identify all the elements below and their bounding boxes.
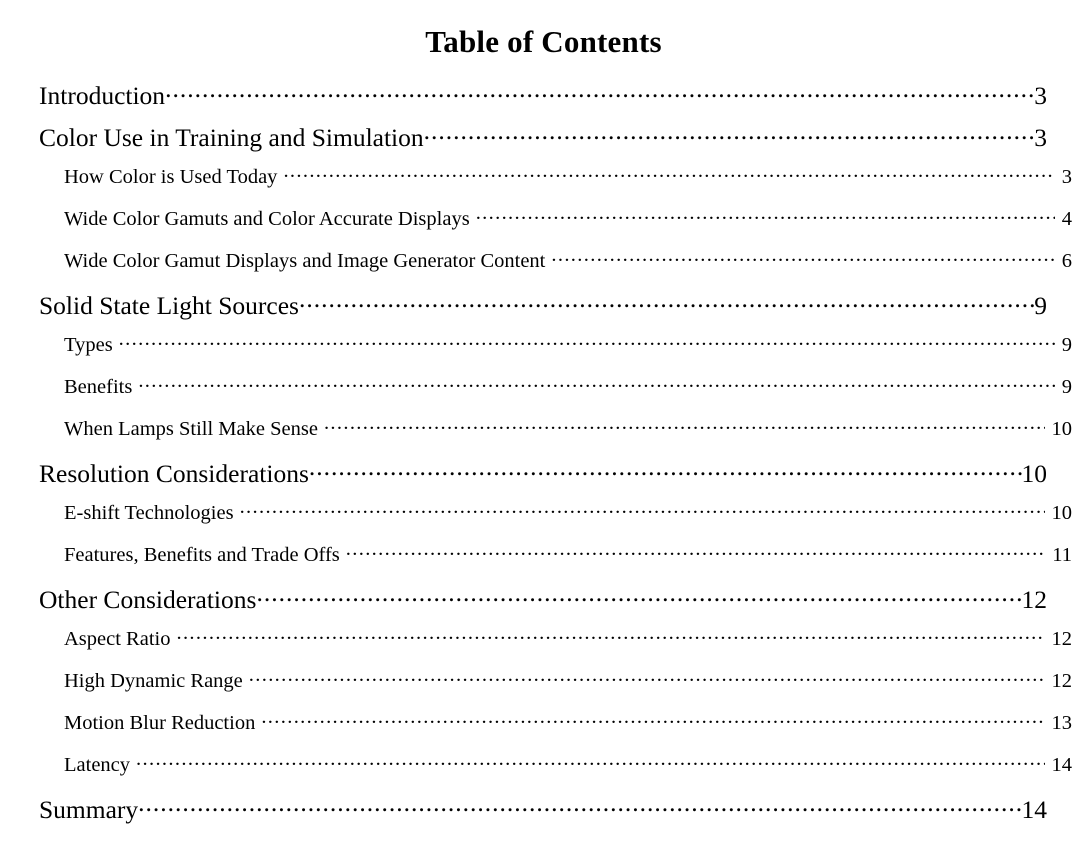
toc-leader-dots xyxy=(165,78,1034,104)
page-title: Table of Contents xyxy=(425,24,662,59)
toc-entry-list: Introduction3Color Use in Training and S… xyxy=(39,78,1072,834)
toc-leader-dots xyxy=(299,288,1034,314)
toc-page-number: 3 xyxy=(1034,122,1047,152)
toc-entry-label: Types xyxy=(64,333,113,356)
toc-leader-dots xyxy=(551,246,1054,267)
toc-entry-label: Aspect Ratio xyxy=(64,627,171,650)
toc-entry[interactable]: Other Considerations 12 xyxy=(39,582,1047,624)
toc-entry[interactable]: Features, Benefits and Trade Offs 11 xyxy=(39,540,1072,582)
toc-page-number: 10 xyxy=(1051,417,1073,440)
toc-leader-dots xyxy=(309,456,1022,482)
toc-entry[interactable]: Introduction 3 xyxy=(39,78,1047,120)
toc-page-number: 9 xyxy=(1061,375,1072,398)
toc-page-number: 14 xyxy=(1051,753,1073,776)
toc-entry-label: Solid State Light Sources xyxy=(39,290,299,320)
toc-page-number: 10 xyxy=(1021,458,1048,488)
toc-entry-label: Color Use in Training and Simulation xyxy=(39,122,424,152)
toc-leader-dots xyxy=(324,414,1045,435)
toc-entry-label: High Dynamic Range xyxy=(64,669,243,692)
toc-entry[interactable]: Aspect Ratio 12 xyxy=(39,624,1072,666)
toc-page-number: 13 xyxy=(1051,711,1073,734)
toc-entry[interactable]: Color Use in Training and Simulation 3 xyxy=(39,120,1047,162)
document-page: Table of Contents Introduction3Color Use… xyxy=(0,0,1087,846)
toc-entry[interactable]: When Lamps Still Make Sense 10 xyxy=(39,414,1072,456)
toc-entry-label: Summary xyxy=(39,794,139,824)
toc-entry[interactable]: Summary 14 xyxy=(39,792,1047,834)
toc-leader-dots xyxy=(138,792,1021,818)
toc-entry-label: E-shift Technologies xyxy=(64,501,234,524)
toc-entry-label: Latency xyxy=(64,753,131,776)
toc-leader-dots xyxy=(249,666,1045,687)
toc-page-number: 10 xyxy=(1051,501,1073,524)
toc-entry[interactable]: Wide Color Gamuts and Color Accurate Dis… xyxy=(39,204,1072,246)
toc-entry-label: Benefits xyxy=(64,375,133,398)
toc-entry[interactable]: Benefits 9 xyxy=(39,372,1072,414)
toc-page-number: 14 xyxy=(1021,794,1048,824)
toc-page-number: 3 xyxy=(1034,80,1047,110)
toc-leader-dots xyxy=(119,330,1055,351)
toc-leader-dots xyxy=(261,708,1044,729)
toc-leader-dots xyxy=(256,582,1021,608)
toc-entry[interactable]: Latency 14 xyxy=(39,750,1072,792)
toc-entry-label: Introduction xyxy=(39,80,166,110)
toc-leader-dots xyxy=(240,498,1045,519)
toc-entry[interactable]: High Dynamic Range 12 xyxy=(39,666,1072,708)
toc-leader-dots xyxy=(283,162,1054,183)
toc-leader-dots xyxy=(424,120,1035,146)
toc-entry-label: Wide Color Gamuts and Color Accurate Dis… xyxy=(64,207,470,230)
toc-entry[interactable]: Wide Color Gamut Displays and Image Gene… xyxy=(39,246,1072,288)
toc-page-number: 12 xyxy=(1051,627,1073,650)
toc-entry-label: Features, Benefits and Trade Offs xyxy=(64,543,340,566)
toc-entry[interactable]: Solid State Light Sources 9 xyxy=(39,288,1047,330)
toc-entry[interactable]: Motion Blur Reduction 13 xyxy=(39,708,1072,750)
toc-leader-dots xyxy=(476,204,1055,225)
toc-entry-label: Resolution Considerations xyxy=(39,458,309,488)
toc-entry[interactable]: E-shift Technologies 10 xyxy=(39,498,1072,540)
toc-page-number: 4 xyxy=(1061,207,1072,230)
toc-entry-label: Other Considerations xyxy=(39,584,257,614)
toc-page-number: 3 xyxy=(1061,165,1072,188)
toc-entry-label: How Color is Used Today xyxy=(64,165,278,188)
toc-entry-label: When Lamps Still Make Sense xyxy=(64,417,318,440)
toc-page-number: 12 xyxy=(1051,669,1073,692)
toc-page-number: 11 xyxy=(1052,543,1072,566)
toc-entry[interactable]: Resolution Considerations 10 xyxy=(39,456,1047,498)
toc-leader-dots xyxy=(176,624,1044,645)
toc-page-number: 6 xyxy=(1061,249,1072,272)
toc-entry[interactable]: How Color is Used Today 3 xyxy=(39,162,1072,204)
toc-page-number: 9 xyxy=(1034,290,1047,320)
toc-page-number: 9 xyxy=(1061,333,1072,356)
toc-leader-dots xyxy=(346,540,1045,561)
toc-entry-label: Motion Blur Reduction xyxy=(64,711,256,734)
toc-entry-label: Wide Color Gamut Displays and Image Gene… xyxy=(64,249,546,272)
toc-page-number: 12 xyxy=(1021,584,1048,614)
toc-entry[interactable]: Types 9 xyxy=(39,330,1072,372)
toc-leader-dots xyxy=(138,372,1054,393)
toc-leader-dots xyxy=(136,750,1044,771)
